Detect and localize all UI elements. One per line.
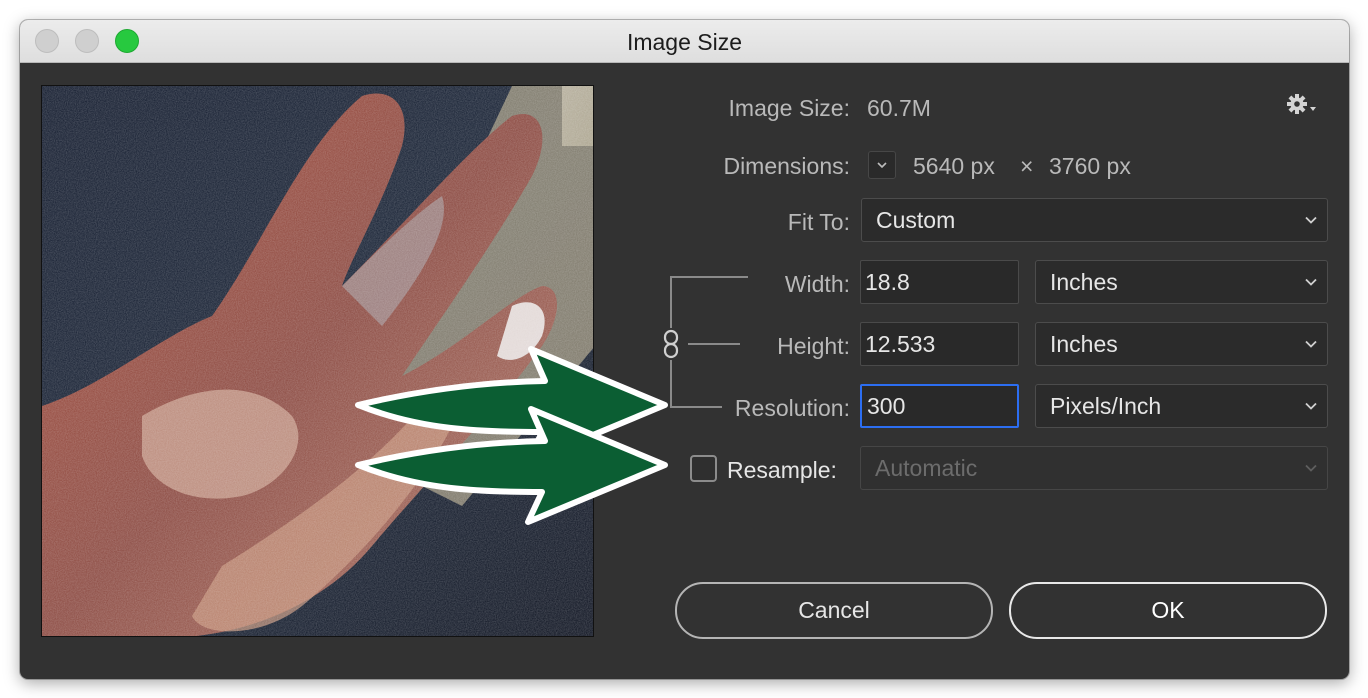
annotation-arrows — [355, 346, 668, 525]
